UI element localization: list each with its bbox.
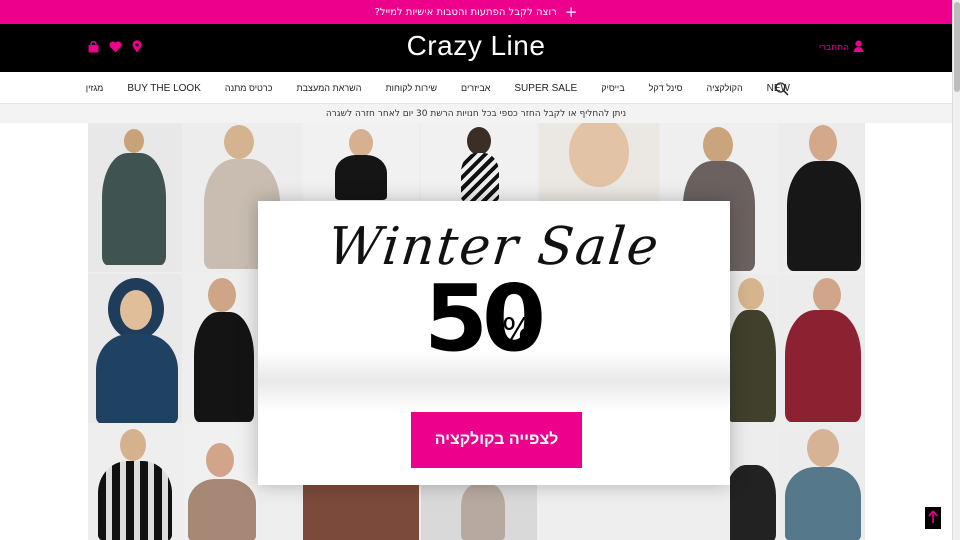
notice-bar: ניתן להחליף או לקבל החזר כספי בכל חנויות… xyxy=(0,104,952,123)
product-photo xyxy=(88,425,182,540)
percent-sign: % xyxy=(502,311,533,349)
product-photo xyxy=(88,274,182,423)
scrollbar[interactable] xyxy=(952,0,960,540)
product-photo xyxy=(421,483,537,540)
signin-link[interactable]: התחברי xyxy=(819,40,864,55)
promo-bar[interactable]: + רוצה לקבל הפתעות והטבות אישיות למייל? xyxy=(0,0,952,24)
user-icon xyxy=(853,40,864,55)
nav-item-new[interactable]: NEW xyxy=(767,83,790,94)
nav-item-sinel-dekel[interactable]: סינל דקל xyxy=(649,83,683,93)
notice-text: ניתן להחליף או לקבל החזר כספי בכל חנויות… xyxy=(325,108,627,119)
nav-item-basic[interactable]: בייסיק xyxy=(601,83,624,93)
product-photo xyxy=(730,425,776,540)
nav-item-designer-inspiration[interactable]: השראת המעצבת xyxy=(296,83,361,93)
product-photo xyxy=(184,274,258,423)
nav-item-buy-the-look[interactable]: BUY THE LOOK xyxy=(127,83,201,94)
promo-text[interactable]: רוצה לקבל הפתעות והטבות אישיות למייל? xyxy=(375,7,557,18)
header: Crazy Line התחברי xyxy=(0,24,952,72)
product-photo xyxy=(88,123,182,272)
product-photo xyxy=(779,425,865,540)
product-photo xyxy=(779,274,865,423)
plus-icon[interactable]: + xyxy=(565,4,578,20)
scrollbar-thumb[interactable] xyxy=(954,2,960,92)
nav-item-magazine[interactable]: מגזין xyxy=(86,83,104,93)
product-photo xyxy=(303,483,419,540)
nav-item-collection[interactable]: הקולקציה xyxy=(707,83,743,93)
page: + רוצה לקבל הפתעות והטבות אישיות למייל? … xyxy=(0,0,960,540)
logo[interactable]: Crazy Line xyxy=(0,30,952,62)
nav-item-super-sale[interactable]: SUPER SALE xyxy=(514,83,577,94)
view-collection-button[interactable]: לצפייה בקולקציה xyxy=(411,412,582,468)
main-nav: NEW הקולקציה סינל דקל בייסיק SUPER SALE … xyxy=(0,72,952,104)
back-to-top-button[interactable] xyxy=(925,507,941,529)
arrow-up-icon xyxy=(928,509,938,528)
sale-card: Winter Sale 50 % לצפייה בקולקציה xyxy=(258,201,730,485)
nav-item-accessories[interactable]: אביזרים xyxy=(461,83,490,93)
nav-list: NEW הקולקציה סינל דקל בייסיק SUPER SALE … xyxy=(86,72,790,104)
product-photo xyxy=(779,123,865,272)
product-photo xyxy=(730,274,776,423)
product-photo xyxy=(184,425,258,540)
nav-item-customer-service[interactable]: שירות לקוחות xyxy=(385,83,437,93)
nav-item-gift-card[interactable]: כרטיס מתנה xyxy=(225,83,273,93)
signin-label: התחברי xyxy=(819,42,849,53)
